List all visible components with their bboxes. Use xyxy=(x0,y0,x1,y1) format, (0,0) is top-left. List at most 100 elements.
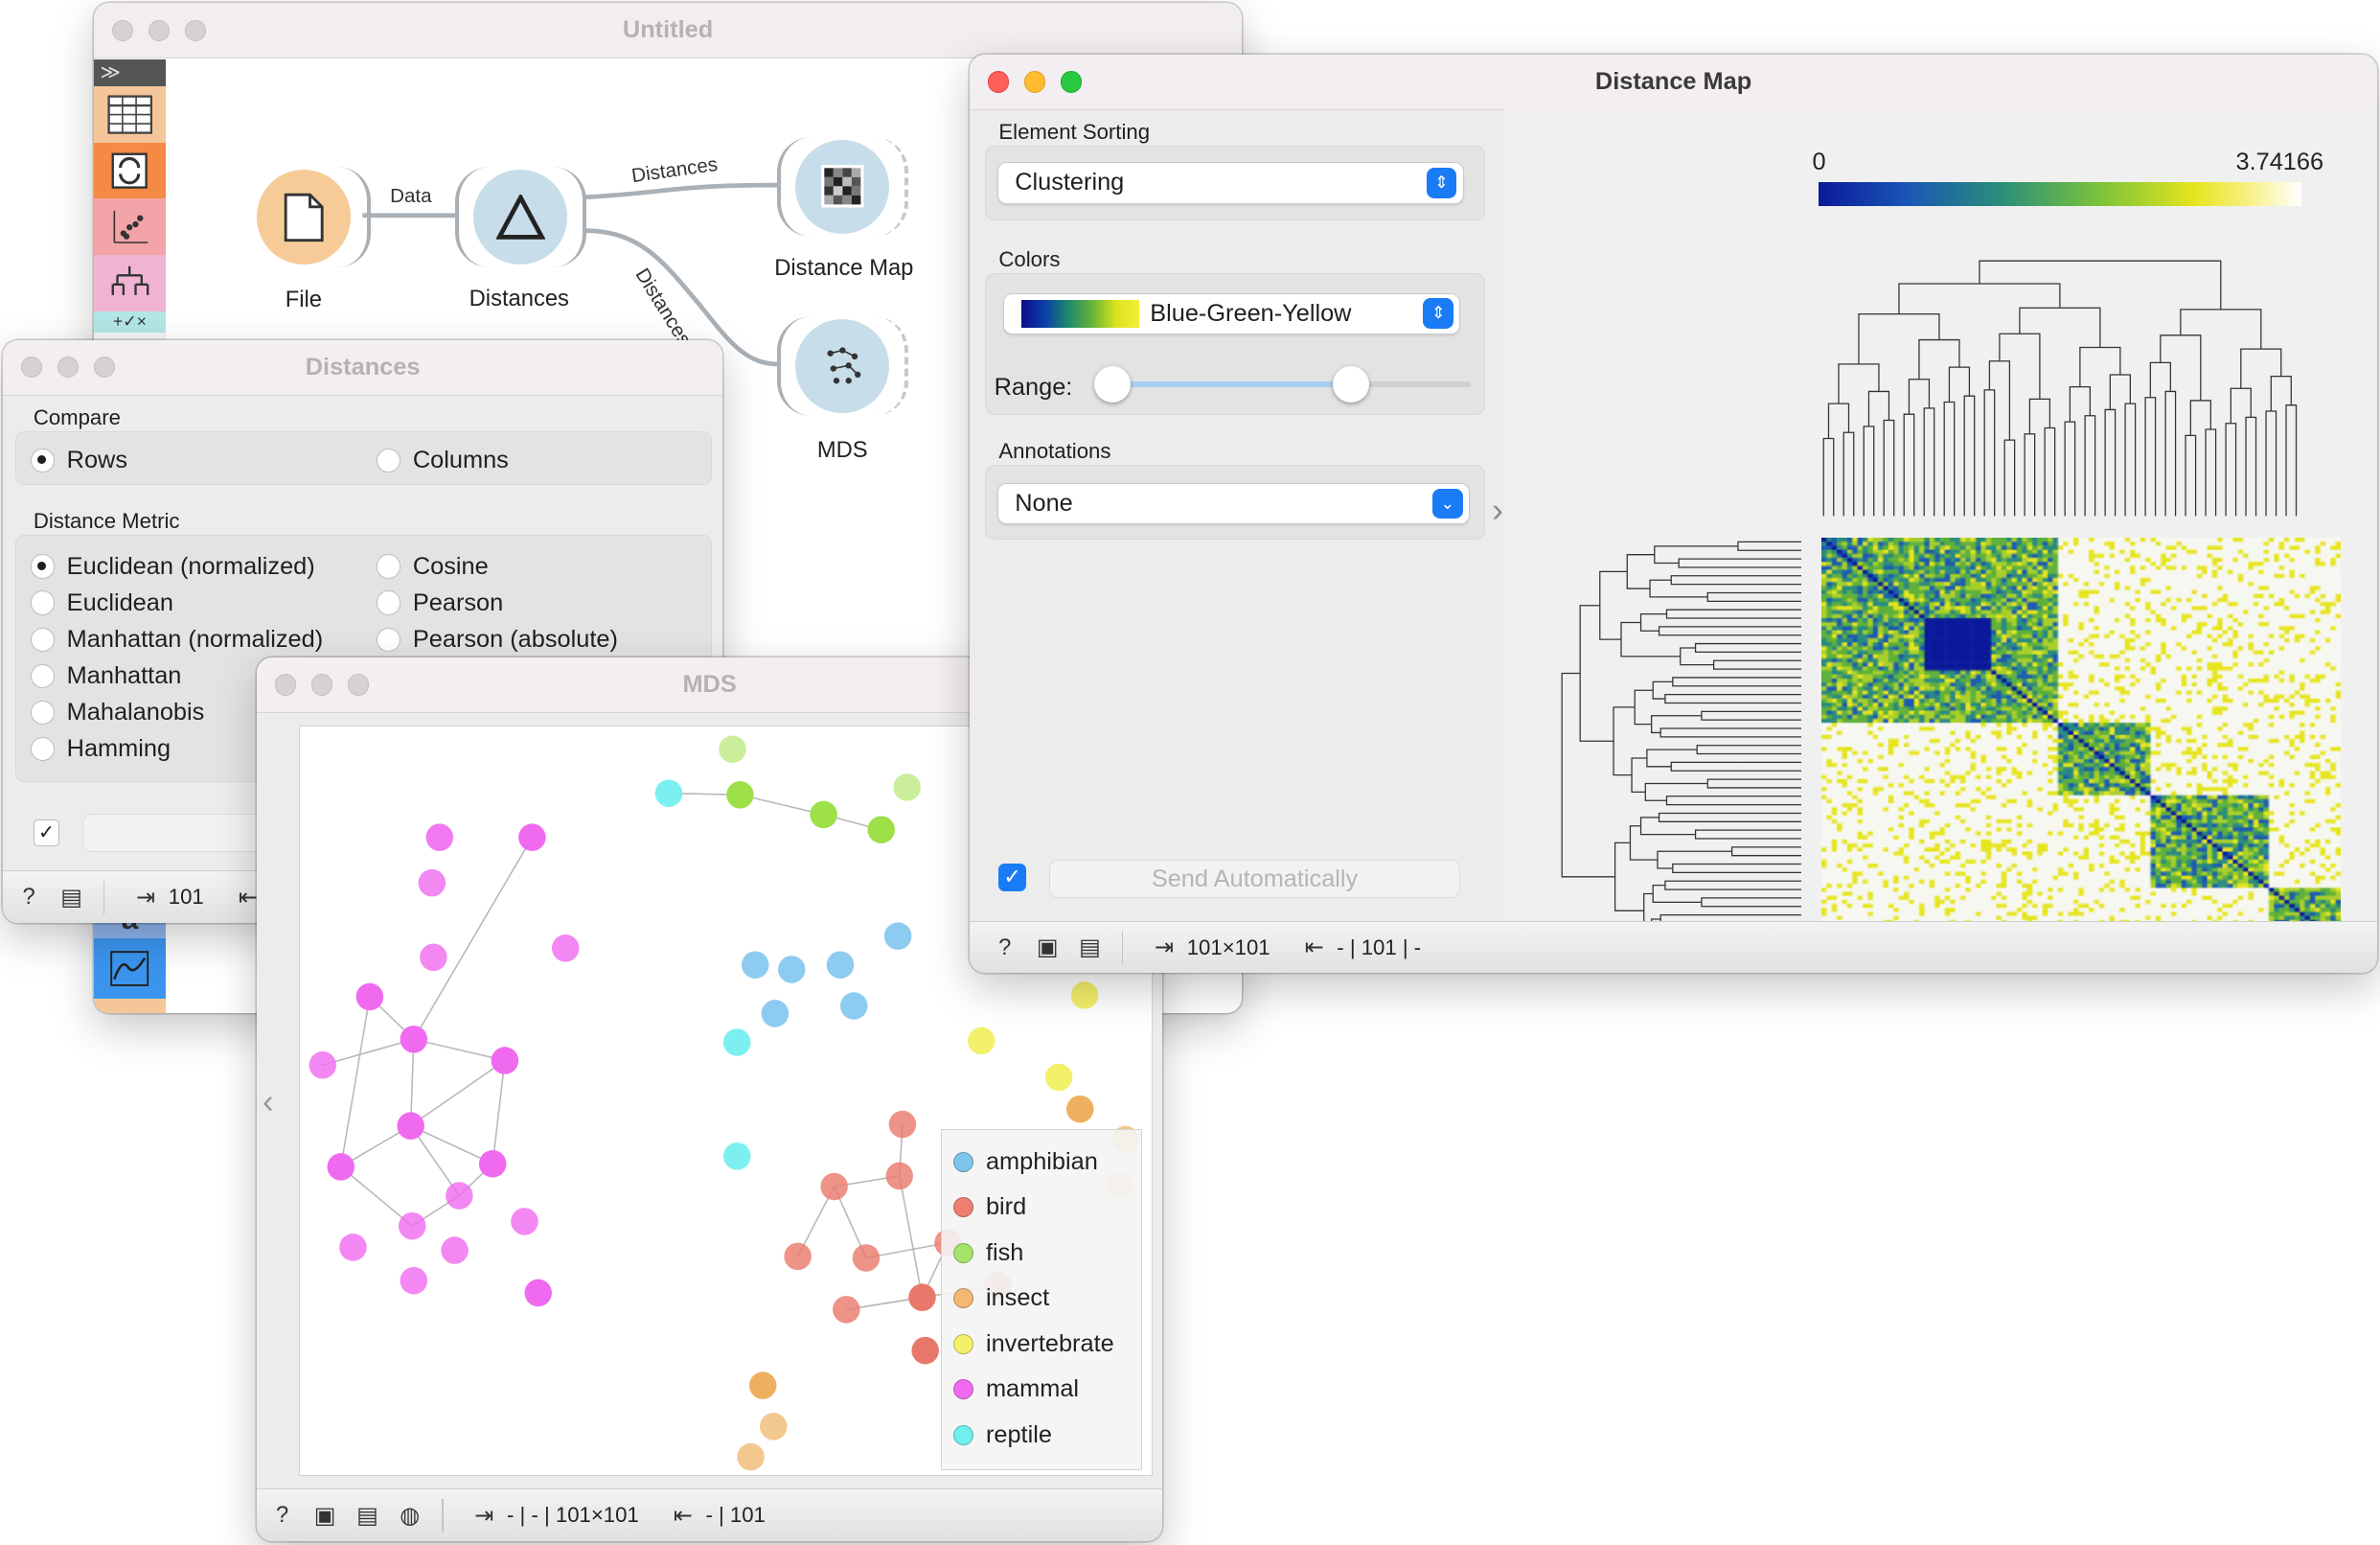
radio-label: Columns xyxy=(412,446,509,473)
legend-item-amphibian: amphibian xyxy=(942,1140,1142,1186)
legend-swatch xyxy=(953,1242,974,1263)
mds-point xyxy=(418,869,446,897)
help-icon[interactable]: ? xyxy=(988,934,1021,961)
expand-controls-icon[interactable]: ‹ xyxy=(263,1083,274,1121)
compare-rows-radio[interactable]: Rows xyxy=(30,446,128,474)
dendrogram-branches xyxy=(1561,541,1802,941)
node-file-label: File xyxy=(285,287,322,313)
apply-automatically-checkbox[interactable]: ✓ xyxy=(33,819,60,846)
input-icon: ⇥ xyxy=(136,884,155,911)
metric-euclidean-radio[interactable]: Euclidean xyxy=(30,588,173,617)
mds-point xyxy=(355,982,384,1011)
radio-label: Hamming xyxy=(66,734,172,762)
input-summary: 101×101 xyxy=(1186,934,1270,959)
metric-manhattan-normalized-radio[interactable]: Manhattan (normalized) xyxy=(30,625,324,654)
mds-point xyxy=(885,1162,914,1190)
metric-pearson-radio[interactable]: Pearson xyxy=(376,589,503,617)
select-value: None xyxy=(1015,489,1073,517)
send-automatically-checkbox[interactable]: ✓ xyxy=(998,864,1026,891)
element-sorting-select[interactable]: Clustering ⇕ xyxy=(996,162,1464,204)
legend-item-invertebrate: invertebrate xyxy=(942,1322,1142,1368)
node-distance-map-label: Distance Map xyxy=(774,255,914,282)
top-dendrogram xyxy=(1822,260,2298,517)
radio-label: Cosine xyxy=(412,552,489,580)
mds-edge xyxy=(899,1176,924,1299)
mds-point xyxy=(518,823,546,852)
metric-euclidean-normalized-radio[interactable]: Euclidean (normalized) xyxy=(30,552,315,581)
report-icon[interactable]: ▤ xyxy=(351,1502,384,1530)
legend-label: invertebrate xyxy=(985,1329,1114,1357)
mds-point xyxy=(840,992,868,1020)
status-separator xyxy=(441,1498,444,1533)
color-scale-max: 3.74166 xyxy=(2235,149,2324,176)
metric-cosine-radio[interactable]: Cosine xyxy=(376,552,489,581)
mds-point xyxy=(397,1112,424,1141)
chevron-updown-icon: ⇕ xyxy=(1423,298,1454,330)
node-mds-label: MDS xyxy=(816,437,868,464)
status-separator xyxy=(103,880,105,914)
mds-edge xyxy=(340,997,371,1167)
metric-pearson-absolute-radio[interactable]: Pearson (absolute) xyxy=(376,626,618,654)
save-icon[interactable]: ▣ xyxy=(309,1502,342,1530)
metric-hamming-radio[interactable]: Hamming xyxy=(30,734,172,763)
send-automatically-button[interactable]: Send Automatically xyxy=(1048,859,1461,898)
delta-icon xyxy=(496,194,545,240)
legend-item-fish: fish xyxy=(942,1231,1142,1277)
radio-label: Manhattan (normalized) xyxy=(66,625,324,653)
annotations-label: Annotations xyxy=(998,438,1111,463)
distance-map-window: Distance Map Element Sorting Clustering … xyxy=(970,55,2377,974)
input-icon: ⇥ xyxy=(474,1502,494,1529)
distance-metric-label: Distance Metric xyxy=(33,508,180,533)
radio-indicator xyxy=(376,627,401,652)
mds-point xyxy=(478,1150,507,1178)
metric-mahalanobis-radio[interactable]: Mahalanobis xyxy=(30,699,204,726)
mds-point xyxy=(723,1028,751,1057)
mds-point xyxy=(852,1244,881,1272)
distances-titlebar: Distances xyxy=(3,339,723,396)
output-icon: ⇤ xyxy=(1304,934,1324,961)
mds-point xyxy=(654,779,683,808)
mds-edge xyxy=(410,1060,506,1127)
mds-point xyxy=(723,1142,751,1170)
metric-manhattan-radio[interactable]: Manhattan xyxy=(30,662,181,690)
palette-icon[interactable]: ◍ xyxy=(393,1502,426,1530)
range-slider[interactable] xyxy=(1094,365,1472,403)
range-max-handle[interactable] xyxy=(1332,365,1369,403)
file-icon xyxy=(284,193,324,242)
report-icon[interactable]: ▤ xyxy=(55,884,88,911)
radio-indicator xyxy=(376,590,401,615)
legend-label: insect xyxy=(985,1284,1050,1312)
window-title: Distances xyxy=(305,353,421,380)
output-summary: - | 101 xyxy=(705,1503,766,1528)
element-sorting-label: Element Sorting xyxy=(998,120,1151,145)
mds-point xyxy=(309,1051,337,1079)
mds-edge xyxy=(322,1038,415,1067)
radio-label: Euclidean xyxy=(66,588,173,616)
report-icon[interactable]: ▤ xyxy=(1073,934,1107,961)
mds-point xyxy=(883,922,912,951)
range-min-handle[interactable] xyxy=(1094,365,1132,403)
mds-point xyxy=(742,951,769,980)
link-label-data: Data xyxy=(390,185,432,208)
help-icon[interactable]: ? xyxy=(12,884,46,911)
chevron-updown-icon: ⇕ xyxy=(1426,168,1457,198)
compare-columns-radio[interactable]: Columns xyxy=(376,446,509,474)
colors-select[interactable]: Blue-Green-Yellow ⇕ xyxy=(1003,292,1461,334)
mds-point xyxy=(761,1000,790,1027)
collapse-controls-icon[interactable]: › xyxy=(1492,492,1503,530)
help-icon[interactable]: ? xyxy=(265,1502,299,1529)
distance-heatmap[interactable] xyxy=(1821,537,2341,945)
radio-label: Rows xyxy=(66,446,128,473)
mds-edge xyxy=(413,1038,506,1062)
radio-indicator xyxy=(30,590,55,615)
radio-label: Euclidean (normalized) xyxy=(66,552,315,580)
save-icon[interactable]: ▣ xyxy=(1031,934,1064,961)
input-summary: - | - | 101×101 xyxy=(507,1503,639,1528)
mds-point xyxy=(748,1372,777,1400)
legend-swatch xyxy=(953,1288,974,1309)
annotations-select[interactable]: None ⌄ xyxy=(996,482,1470,524)
mds-point xyxy=(826,951,855,980)
mds-edge xyxy=(492,1060,506,1165)
mds-point xyxy=(737,1442,765,1471)
compare-label: Compare xyxy=(33,404,121,429)
